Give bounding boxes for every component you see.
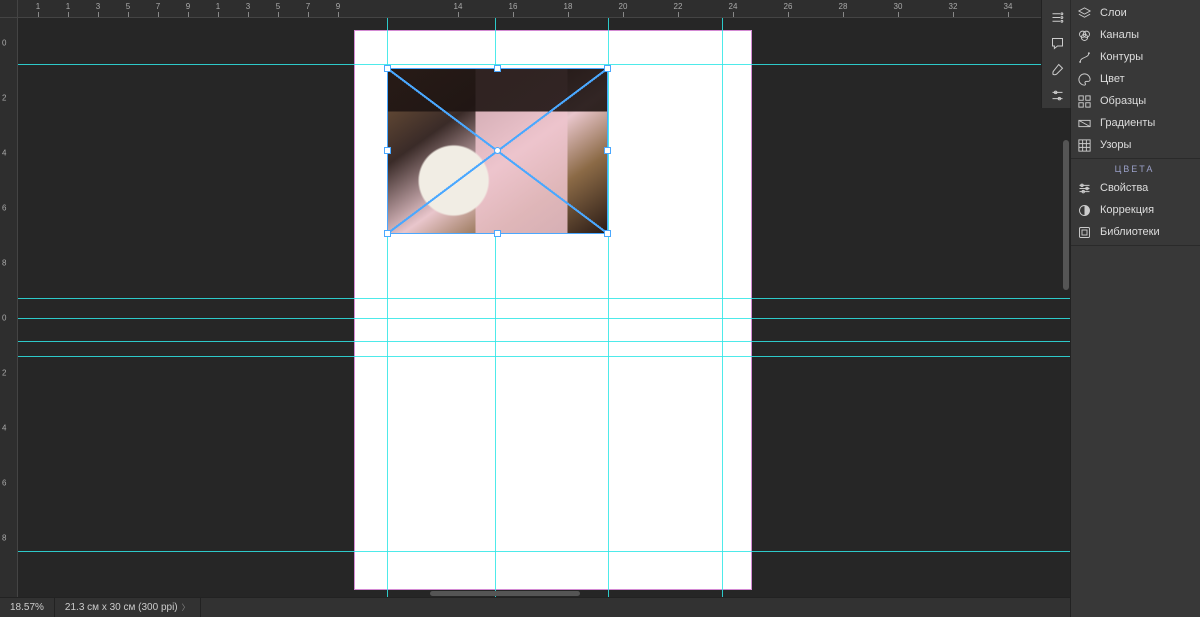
ruler-horizontal[interactable]: 311357913579141618202224262830323436 [18,0,1070,18]
panel-tab-label: Цвет [1100,73,1125,85]
zoom-level[interactable]: 18.57% [0,598,55,617]
panel-tab-patterns[interactable]: Узоры [1071,134,1200,156]
panel-tab-label: Образцы [1100,95,1146,107]
panel-tab-label: Коррекция [1100,204,1154,216]
panel-group-1: Слои Каналы Контуры Цвет Образцы Градиенты Узо… [1071,0,1200,159]
ruler-origin[interactable] [0,0,18,18]
ruler-h-label: 7 [306,2,310,11]
ruler-h-label: 9 [186,2,190,11]
ruler-h-label: 32 [949,2,958,11]
panel-tab-gradients[interactable]: Градиенты [1071,112,1200,134]
ruler-v-label: 4 [2,424,6,433]
panel-tab-label: Узоры [1100,139,1131,151]
panel-section-label: цвета [1071,161,1200,177]
status-bar: 18.57% 21.3 см x 30 см (300 ppi) 〉 [0,597,1070,617]
ruler-v-label: 2 [2,94,6,103]
panel-tab-label: Градиенты [1100,117,1155,129]
ruler-h-label: 1 [216,2,220,11]
panel-tab-channels[interactable]: Каналы [1071,24,1200,46]
ruler-h-label: 30 [894,2,903,11]
ruler-h-label: 3 [246,2,250,11]
guide-horizontal[interactable] [18,64,1070,65]
ruler-v-label: 2 [2,369,6,378]
ruler-h-label: 5 [276,2,280,11]
guide-horizontal[interactable] [18,341,1070,342]
collapsed-panel-strip [1041,0,1071,108]
ruler-h-label: 28 [839,2,848,11]
ruler-v-label: 0 [2,39,6,48]
ruler-h-label: 3 [96,2,100,11]
sliders-icon[interactable] [1042,82,1072,108]
panels-sidebar: Слои Каналы Контуры Цвет Образцы Градиенты Узо… [1070,0,1200,617]
panel-tab-paths[interactable]: Контуры [1071,46,1200,68]
horizontal-scrollbar-thumb[interactable] [430,591,580,596]
ruler-v-label: 0 [2,314,6,323]
panel-tab-adjustments[interactable]: Коррекция [1071,199,1200,221]
panel-tab-properties[interactable]: Свойства [1071,177,1200,199]
ruler-h-label: 18 [564,2,573,11]
ruler-v-label: 8 [2,259,6,268]
guide-horizontal[interactable] [18,298,1070,299]
ruler-vertical[interactable]: 0 2 4 6 8 0 2 4 6 8 [0,18,18,597]
panel-tab-label: Слои [1100,7,1127,19]
panel-tab-label: Каналы [1100,29,1139,41]
guide-horizontal[interactable] [18,318,1070,319]
options-icon[interactable] [1042,4,1072,30]
ruler-h-label: 22 [674,2,683,11]
ruler-v-label: 6 [2,479,6,488]
guide-vertical[interactable] [722,18,723,597]
brush-icon[interactable] [1042,56,1072,82]
ruler-h-label: 14 [454,2,463,11]
ruler-h-label: 5 [126,2,130,11]
panel-tab-libraries[interactable]: Библиотеки [1071,221,1200,243]
ruler-h-label: 24 [729,2,738,11]
guide-horizontal[interactable] [18,356,1070,357]
ruler-v-label: 8 [2,534,6,543]
document-dimensions[interactable]: 21.3 см x 30 см (300 ppi) 〉 [55,598,201,617]
panel-tab-label: Контуры [1100,51,1143,63]
ruler-h-label: 9 [336,2,340,11]
panel-tab-label: Библиотеки [1100,226,1160,238]
ruler-h-label: 1 [66,2,70,11]
ruler-h-label: 1 [36,2,40,11]
ruler-h-label: 7 [156,2,160,11]
ruler-h-label: 26 [784,2,793,11]
ruler-h-label: 34 [1004,2,1013,11]
panel-tab-label: Свойства [1100,182,1148,194]
chevron-right-icon: 〉 [182,602,190,613]
ruler-h-label: 16 [509,2,518,11]
ruler-v-label: 6 [2,204,6,213]
ruler-v-label: 4 [2,149,6,158]
panel-tab-swatches[interactable]: Образцы [1071,90,1200,112]
canvas-workspace[interactable] [18,18,1070,597]
vertical-scrollbar-thumb[interactable] [1063,140,1069,290]
placed-photo[interactable] [387,68,608,234]
guide-horizontal[interactable] [18,551,1070,552]
comment-icon[interactable] [1042,30,1072,56]
guide-vertical[interactable] [608,18,609,597]
panel-tab-color[interactable]: Цвет [1071,68,1200,90]
ruler-h-label: 20 [619,2,628,11]
panel-tab-layers[interactable]: Слои [1071,2,1200,24]
panel-group-2: цвета Свойства Коррекция Библиотеки [1071,159,1200,246]
